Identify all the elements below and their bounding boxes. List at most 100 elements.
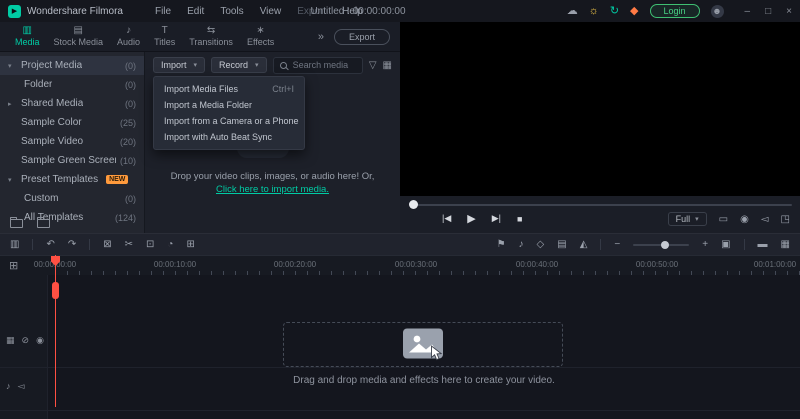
mixer-icon[interactable]: ▤: [557, 239, 566, 250]
import-dropdown-menu: Import Media Files Ctrl+I Import a Media…: [153, 76, 305, 150]
float-window-icon[interactable]: ▭: [719, 214, 728, 225]
mute-track-icon[interactable]: ◅: [18, 381, 25, 392]
hide-track-icon[interactable]: ◉: [36, 335, 44, 346]
sync-icon[interactable]: ↻: [610, 5, 619, 17]
import-button[interactable]: Import ▾: [153, 57, 206, 73]
tab-media[interactable]: ▥ Media: [8, 26, 47, 48]
media-library: Import ▾ Record ▾ ▽ ▦ Import Media Files…: [145, 52, 400, 233]
tab-effects[interactable]: ∗ Effects: [240, 25, 281, 48]
sidebar-item-sample-color[interactable]: Sample Color (25): [0, 113, 144, 132]
grid-view-icon[interactable]: ▦: [383, 60, 392, 71]
seek-bar[interactable]: [414, 204, 792, 206]
import-media-link[interactable]: Click here to import media.: [145, 184, 400, 195]
search-box[interactable]: [272, 56, 363, 74]
undo-icon[interactable]: ↶: [46, 239, 54, 250]
sidebar-item-preset-templates[interactable]: ▾ Preset Templates NEW: [0, 170, 144, 189]
manage-tracks-icon[interactable]: ⊞: [9, 259, 18, 272]
zoom-in-icon[interactable]: +: [702, 239, 708, 250]
cloud-icon[interactable]: ☁: [567, 5, 578, 17]
stop-button[interactable]: ■: [517, 214, 522, 224]
next-frame-button[interactable]: ▶|: [492, 213, 501, 224]
menu-item-import-from-camera[interactable]: Import from a Camera or a Phone: [154, 113, 304, 129]
tab-label: Titles: [154, 37, 176, 47]
close-icon[interactable]: ×: [786, 6, 792, 17]
keyframe-icon[interactable]: ◇: [537, 239, 545, 250]
render-preview-icon[interactable]: ◭: [580, 239, 588, 250]
sidebar-item-sample-green-screen[interactable]: Sample Green Screen (10): [0, 151, 144, 170]
properties-icon[interactable]: ⊞: [186, 239, 194, 250]
chevron-down-icon[interactable]: ▾: [8, 62, 17, 70]
zoom-out-icon[interactable]: −: [614, 239, 620, 250]
timeline-drop-zone[interactable]: [283, 322, 563, 367]
snapshot-icon[interactable]: ◉: [740, 214, 749, 225]
sidebar-item-shared-media[interactable]: ▸ Shared Media (0): [0, 94, 144, 113]
zoom-slider[interactable]: [633, 240, 690, 249]
sidebar-item-project-media[interactable]: ▾ Project Media (0): [0, 56, 144, 75]
playhead-grip[interactable]: [52, 282, 59, 299]
avatar[interactable]: ☻: [710, 4, 724, 18]
timeline-toolbar: ▥ ↶ ↷ ⊠ ✂ ⊡ ◔ ⊞ ⚑ ♪ ◇ ▤ ◭ − + ▣ ▬ ▦: [0, 233, 800, 255]
timeline-tracks[interactable]: ▦ ⊘ ◉ ♪ ◅ Drag and drop media and effect…: [0, 275, 800, 419]
tab-label: Audio: [117, 37, 141, 47]
volume-icon[interactable]: ◅: [761, 214, 769, 225]
minimize-icon[interactable]: –: [745, 6, 751, 17]
previous-frame-button[interactable]: |◀: [442, 213, 451, 224]
play-button[interactable]: ▶: [467, 212, 475, 225]
more-tabs-icon[interactable]: »: [318, 31, 324, 43]
tab-transitions[interactable]: ⇆ Transitions: [182, 26, 240, 48]
sidebar-item-custom[interactable]: Custom (0): [0, 189, 144, 208]
menu-file[interactable]: File: [147, 6, 179, 17]
speed-icon[interactable]: ◔: [167, 239, 173, 250]
track-header-column: ▦ ⊘ ◉ ♪ ◅: [0, 275, 48, 419]
chevron-down-icon[interactable]: ▾: [8, 176, 17, 184]
media-toolbar: Import ▾ Record ▾ ▽ ▦: [153, 56, 392, 74]
record-button[interactable]: Record ▾: [211, 57, 267, 73]
voiceover-icon[interactable]: ♪: [519, 239, 524, 250]
redo-icon[interactable]: ↷: [68, 239, 76, 250]
maximize-icon[interactable]: □: [765, 6, 771, 17]
quality-dropdown[interactable]: Full ▾: [667, 212, 707, 226]
menu-tools[interactable]: Tools: [212, 6, 251, 17]
filter-icon[interactable]: ▽: [369, 60, 377, 71]
search-input[interactable]: [292, 60, 356, 70]
menu-item-import-media-folder[interactable]: Import a Media Folder: [154, 97, 304, 113]
sidebar-item-folder[interactable]: Folder (0): [0, 75, 144, 94]
tab-audio[interactable]: ♪ Audio: [110, 26, 147, 48]
timeline-ruler[interactable]: ⊞ 00:00:00:00 00:00:10:00 00:00:20:00 00…: [0, 255, 800, 275]
delete-icon[interactable]: ⊠: [103, 239, 111, 250]
lock-track-icon[interactable]: ⊘: [22, 335, 30, 346]
view-compact-icon[interactable]: ▬: [758, 239, 768, 250]
preview-viewport[interactable]: [400, 22, 800, 196]
export-button[interactable]: Export: [333, 28, 390, 45]
fullscreen-icon[interactable]: ◳: [781, 214, 790, 225]
crop-icon[interactable]: ⊡: [146, 239, 154, 250]
menu-edit[interactable]: Edit: [179, 6, 212, 17]
menu-item-import-auto-beat-sync[interactable]: Import with Auto Beat Sync: [154, 129, 304, 145]
search-icon: [279, 61, 287, 69]
track-size-icon[interactable]: ▦: [6, 335, 15, 346]
open-folder-icon[interactable]: [37, 217, 50, 228]
item-count: (0): [125, 79, 136, 90]
bulb-icon[interactable]: ☼: [589, 5, 599, 17]
menu-view[interactable]: View: [252, 6, 290, 17]
login-button[interactable]: Login: [649, 4, 700, 18]
chevron-right-icon[interactable]: ▸: [8, 100, 17, 108]
effects-icon: ∗: [256, 25, 265, 36]
sidebar-item-sample-video[interactable]: Sample Video (20): [0, 132, 144, 151]
empty-state-text: Drop your video clips, images, or audio …: [170, 171, 375, 182]
promo-icon[interactable]: ◆: [630, 5, 638, 17]
preview-options: Full ▾ ▭ ◉ ◅ ◳: [667, 212, 790, 226]
seek-handle[interactable]: [409, 200, 418, 209]
view-detail-icon[interactable]: ▦: [781, 239, 790, 250]
split-icon[interactable]: ✂: [125, 239, 133, 250]
tab-stock-media[interactable]: ▤ Stock Media: [47, 26, 111, 48]
menu-item-import-media-files[interactable]: Import Media Files Ctrl+I: [154, 81, 304, 97]
tab-titles[interactable]: T Titles: [147, 26, 182, 48]
zoom-fit-icon[interactable]: ▣: [721, 239, 730, 250]
voiceover-track-icon[interactable]: ♪: [6, 381, 11, 392]
add-folder-icon[interactable]: [10, 217, 23, 228]
zoom-slider-knob[interactable]: [661, 240, 670, 249]
playhead-line[interactable]: [55, 255, 56, 407]
media-tool-icon[interactable]: ▥: [10, 239, 19, 250]
marker-icon[interactable]: ⚑: [497, 239, 506, 250]
